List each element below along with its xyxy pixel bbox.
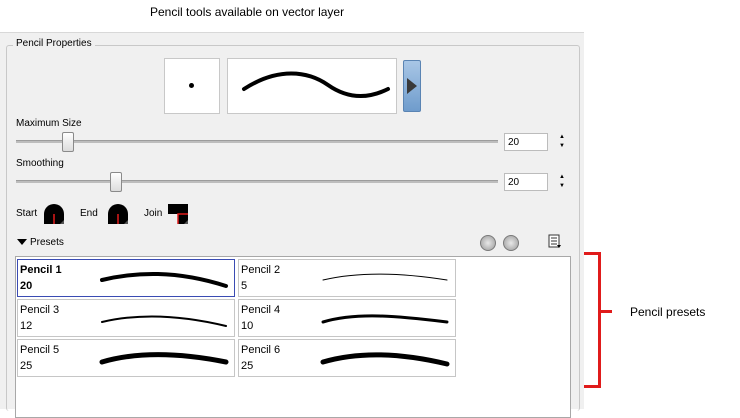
preset-stroke-icon [100,271,228,288]
tip-dot-icon [189,83,194,88]
preset-pencil-5[interactable]: Pencil 5 25 [17,339,235,377]
preset-name: Pencil 1 [20,264,62,276]
preset-pencil-6[interactable]: Pencil 6 25 [238,339,456,377]
start-cap-label: Start [16,208,38,219]
preset-stroke-icon [101,315,227,327]
maximum-size-slider-track[interactable] [16,140,498,143]
preset-size: 12 [20,320,33,332]
presets-toggle[interactable]: Presets [17,237,64,248]
maximum-size-label: Maximum Size [16,118,82,129]
presets-label: Presets [30,237,64,248]
preset-size: 20 [20,280,33,292]
join-label: Join [144,208,163,219]
maximum-size-field[interactable]: 20 [504,133,548,151]
stroke-preview-box [227,58,397,114]
join-miter-icon[interactable] [166,202,190,226]
preset-size: 25 [20,360,33,372]
preset-name: Pencil 5 [20,344,60,356]
preset-pencil-2[interactable]: Pencil 2 5 [238,259,456,297]
smoothing-stepper[interactable]: ▲ ▼ [558,173,566,191]
play-arrow-icon [407,78,417,94]
preset-name: Pencil 4 [241,304,281,316]
stroke-preview-icon [242,71,390,99]
new-preset-icon[interactable] [480,235,496,251]
smoothing-slider-thumb[interactable] [110,172,122,192]
preset-size: 10 [241,320,254,332]
smoothing-label: Smoothing [16,158,64,169]
preset-name: Pencil 3 [20,304,60,316]
preset-stroke-icon [322,273,448,281]
pencil-properties-title: Pencil Properties [13,38,95,49]
preset-pencil-3[interactable]: Pencil 3 12 [17,299,235,337]
preset-menu-icon[interactable] [548,234,562,248]
end-cap-label: End [80,208,98,219]
preset-size: 25 [241,360,254,372]
collapse-arrow-icon [17,239,27,246]
start-cap-round-icon[interactable] [42,202,66,226]
presets-annotation: Pencil presets [630,305,706,319]
preset-pencil-1[interactable]: Pencil 1 20 [17,259,235,297]
preset-name: Pencil 2 [241,264,281,276]
maximum-size-slider-thumb[interactable] [62,132,74,152]
maximum-size-stepper[interactable]: ▲ ▼ [558,133,566,151]
pencil-template-button[interactable] [403,60,421,112]
presets-bracket-tick [598,310,612,313]
preset-pencil-4[interactable]: Pencil 4 10 [238,299,456,337]
preset-size: 5 [241,280,248,292]
presets-bracket [584,252,601,388]
preset-stroke-icon [320,352,450,367]
figure-caption: Pencil tools available on vector layer [150,5,345,19]
smoothing-field[interactable]: 20 [504,173,548,191]
preset-stroke-icon [321,314,449,324]
smoothing-slider-track[interactable] [16,180,498,183]
end-cap-round-icon[interactable] [106,202,130,226]
preset-name: Pencil 6 [241,344,281,356]
preset-stroke-icon [99,352,229,365]
delete-preset-icon[interactable] [503,235,519,251]
